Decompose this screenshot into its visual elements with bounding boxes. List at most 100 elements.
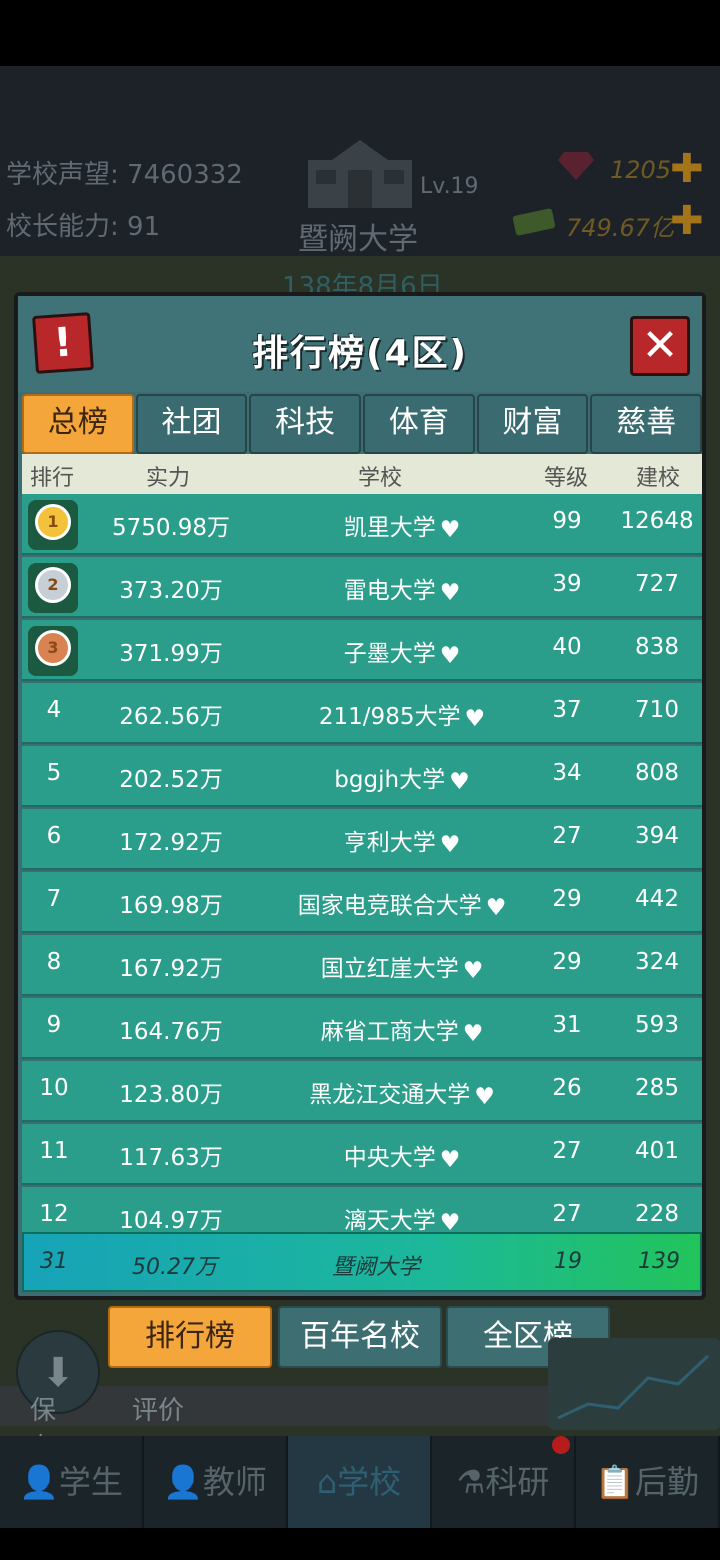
add-money-icon[interactable]: ✚ xyxy=(670,198,704,244)
nav-logistics-label: 后勤 xyxy=(634,1463,699,1501)
school-cell: 211/985大学 ♥ xyxy=(252,697,552,732)
my-school: 暨阙大学 xyxy=(332,1255,421,1280)
heart-icon[interactable]: ♥ xyxy=(440,832,461,858)
school-level: Lv.19 xyxy=(420,174,479,199)
leaderboard-modal: ! 排行榜(4区) ✕ 总榜 社团 科技 体育 财富 慈善 排行 实力 学校 等… xyxy=(14,292,706,1300)
power-cell: 164.76万 xyxy=(119,1019,223,1045)
reputation-value: 7460332 xyxy=(127,160,243,190)
heart-icon[interactable]: ♥ xyxy=(449,769,470,795)
close-icon[interactable]: ✕ xyxy=(630,316,690,376)
power-cell: 169.98万 xyxy=(119,893,223,919)
nav-teachers-label: 教师 xyxy=(202,1463,267,1501)
table-row[interactable]: 4 262.56万 211/985大学 ♥ 37 710 xyxy=(22,683,702,744)
tab-sports[interactable]: 体育 xyxy=(363,394,475,454)
tab-clubs[interactable]: 社团 xyxy=(135,394,248,454)
gem-count: 1205 xyxy=(610,156,672,184)
table-row[interactable]: 8 167.92万 国立红崖大学 ♥ 29 324 xyxy=(22,935,702,996)
power-cell: 167.92万 xyxy=(119,956,223,982)
school-cell: 麻省工商大学 ♥ xyxy=(252,1012,552,1047)
power-cell: 202.52万 xyxy=(119,767,223,793)
table-row[interactable]: 12 104.97万 漓天大学 ♥ 27 228 xyxy=(22,1187,702,1232)
tab-century-schools[interactable]: 百年名校 xyxy=(278,1306,442,1368)
teacher-icon: 👤 xyxy=(163,1463,203,1501)
table-row[interactable]: 7 169.98万 国家电竞联合大学 ♥ 29 442 xyxy=(22,872,702,933)
heart-icon[interactable]: ♥ xyxy=(440,1210,461,1232)
school-name-text: 子墨大学 xyxy=(343,641,436,667)
tab-leaderboard[interactable]: 排行榜 xyxy=(108,1306,272,1368)
school-icon: ⌂ xyxy=(316,1463,338,1501)
school-name-text: 凯里大学 xyxy=(343,515,436,541)
tab-overall[interactable]: 总榜 xyxy=(22,394,134,454)
rank-cell: 5 xyxy=(46,760,62,786)
ranking-list[interactable]: 1 5750.98万 凯里大学 ♥ 99 12648 2 373.20万 雷电大学 ♥ 39 727 3… xyxy=(22,494,702,1232)
power-cell: 172.92万 xyxy=(119,830,223,856)
table-row[interactable]: 10 123.80万 黑龙江交通大学 ♥ 26 285 xyxy=(22,1061,702,1122)
school-cell: 雷电大学 ♥ xyxy=(252,571,552,606)
school-cell: 子墨大学 ♥ xyxy=(252,634,552,669)
rank-cell: 12 xyxy=(39,1201,69,1227)
col-founded: 建校 xyxy=(636,466,681,491)
heart-icon[interactable]: ♥ xyxy=(474,1084,495,1110)
heart-icon[interactable]: ♥ xyxy=(440,1147,461,1173)
medal-rank: 2 xyxy=(35,567,71,603)
my-rank: 31 xyxy=(40,1249,68,1274)
trend-graph-icon[interactable] xyxy=(548,1338,720,1430)
school-name-text: 亨利大学 xyxy=(343,830,436,856)
money-icon xyxy=(512,208,556,236)
school-cell: 国家电竞联合大学 ♥ xyxy=(252,886,552,921)
eval-button[interactable]: 评价 xyxy=(132,1390,184,1427)
student-icon: 👤 xyxy=(19,1463,59,1501)
school-name-text: 雷电大学 xyxy=(343,578,436,604)
school-cell: 黑龙江交通大学 ♥ xyxy=(252,1075,552,1110)
level-cell: 40 xyxy=(552,634,582,660)
table-row[interactable]: 6 172.92万 亨利大学 ♥ 27 394 xyxy=(22,809,702,870)
nav-research-label: 科研 xyxy=(485,1463,550,1501)
nav-school[interactable]: ⌂学校 xyxy=(288,1436,432,1528)
heart-icon[interactable]: ♥ xyxy=(440,517,461,543)
heart-icon[interactable]: ♥ xyxy=(486,895,507,921)
power-cell: 371.99万 xyxy=(119,641,223,667)
founded-cell: 401 xyxy=(635,1138,679,1164)
table-row[interactable]: 9 164.76万 麻省工商大学 ♥ 31 593 xyxy=(22,998,702,1059)
add-gem-icon[interactable]: ✚ xyxy=(670,146,704,192)
school-name-text: 漓天大学 xyxy=(343,1208,436,1232)
power-cell: 373.20万 xyxy=(119,578,223,604)
nav-students[interactable]: 👤学生 xyxy=(0,1436,144,1528)
table-row[interactable]: 3 371.99万 子墨大学 ♥ 40 838 xyxy=(22,620,702,681)
power-cell: 123.80万 xyxy=(119,1082,223,1108)
level-cell: 31 xyxy=(552,1012,582,1038)
nav-teachers[interactable]: 👤教师 xyxy=(144,1436,288,1528)
level-cell: 29 xyxy=(552,886,582,912)
school-name[interactable]: 暨阙大学 xyxy=(298,214,418,258)
modal-header: ! 排行榜(4区) ✕ xyxy=(18,296,702,392)
founded-cell: 228 xyxy=(635,1201,679,1227)
system-nav-bar xyxy=(0,1528,720,1560)
school-name-text: 麻省工商大学 xyxy=(320,1019,459,1045)
tab-tech[interactable]: 科技 xyxy=(249,394,362,454)
tab-charity[interactable]: 慈善 xyxy=(590,394,703,454)
nav-logistics[interactable]: 📋后勤 xyxy=(576,1436,720,1528)
rank-cell: 7 xyxy=(46,886,62,912)
reputation-row: 学校声望: 7460332 xyxy=(6,154,243,191)
heart-icon[interactable]: ♥ xyxy=(440,643,461,669)
heart-icon[interactable]: ♥ xyxy=(463,1021,484,1047)
tab-wealth[interactable]: 财富 xyxy=(476,394,589,454)
medal-icon: 1 xyxy=(28,500,78,550)
table-row[interactable]: 2 373.20万 雷电大学 ♥ 39 727 xyxy=(22,557,702,618)
table-row[interactable]: 1 5750.98万 凯里大学 ♥ 99 12648 xyxy=(22,494,702,555)
power-cell: 104.97万 xyxy=(119,1208,223,1232)
founded-cell: 394 xyxy=(635,823,679,849)
my-founded: 139 xyxy=(638,1249,680,1274)
table-row[interactable]: 11 117.63万 中央大学 ♥ 27 401 xyxy=(22,1124,702,1185)
founded-cell: 808 xyxy=(635,760,679,786)
heart-icon[interactable]: ♥ xyxy=(464,706,485,732)
founded-cell: 442 xyxy=(635,886,679,912)
heart-icon[interactable]: ♥ xyxy=(440,580,461,606)
rank-cell: 9 xyxy=(46,1012,62,1038)
heart-icon[interactable]: ♥ xyxy=(463,958,484,984)
ability-label: 校长能力: xyxy=(6,212,119,242)
medal-icon: 2 xyxy=(28,563,78,613)
my-school-row: 31 50.27万 暨阙大学 19 139 xyxy=(22,1232,702,1292)
table-row[interactable]: 5 202.52万 bggjh大学 ♥ 34 808 xyxy=(22,746,702,807)
power-cell: 262.56万 xyxy=(119,704,223,730)
